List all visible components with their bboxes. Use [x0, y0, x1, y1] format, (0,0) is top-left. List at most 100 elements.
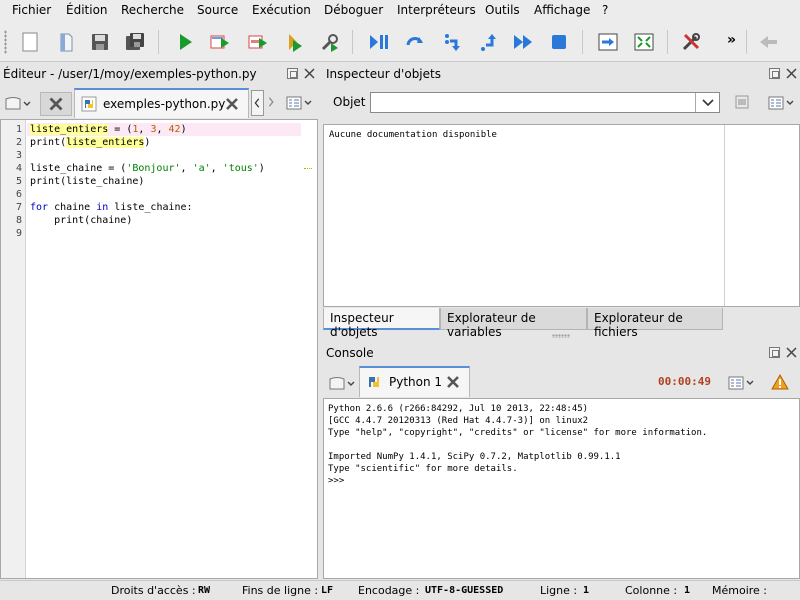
save-icon[interactable]	[87, 29, 113, 55]
column-value: 1	[684, 585, 691, 596]
step-icon[interactable]	[402, 29, 428, 55]
back-icon[interactable]	[755, 29, 781, 55]
code-line: print(liste_chaine)	[30, 176, 145, 187]
editor-tab-bar: exemples-python.py	[0, 86, 320, 118]
close-icon[interactable]	[225, 97, 239, 111]
menu-bar: Fichier Édition Recherche Source Exécuti…	[0, 0, 800, 22]
menu-edition[interactable]: Édition	[66, 3, 108, 17]
debug-icon[interactable]	[281, 29, 307, 55]
encoding-value: UTF-8-GUESSED	[425, 585, 504, 596]
python-icon	[369, 377, 379, 387]
close-icon[interactable]	[446, 375, 460, 389]
console-close-button[interactable]	[786, 347, 797, 358]
lock-icon[interactable]	[733, 93, 751, 111]
object-combobox[interactable]	[370, 92, 720, 113]
editor-tab-label: exemples-python.py	[103, 97, 226, 111]
debug-start-icon[interactable]	[365, 29, 391, 55]
line-number: 7	[15, 202, 22, 213]
inspector-close-button[interactable]	[786, 68, 797, 79]
doc-splitter[interactable]	[724, 125, 725, 306]
menu-outils[interactable]: Outils	[485, 3, 520, 17]
step-into-icon[interactable]	[438, 29, 464, 55]
console-tab-python-1[interactable]: Python 1	[359, 366, 470, 397]
menu-recherche[interactable]: Recherche	[121, 3, 184, 17]
line-label: Ligne :	[540, 584, 578, 597]
line-value: 1	[583, 585, 590, 596]
eol-label: Fins de ligne :	[242, 584, 319, 597]
code-line: for chaine in liste_chaine:	[30, 202, 193, 213]
memory-label: Mémoire :	[712, 584, 768, 597]
elapsed-time: 00:00:49	[658, 375, 711, 388]
line-number: 3	[15, 150, 22, 161]
close-tab-button[interactable]	[40, 92, 72, 116]
continue-icon[interactable]	[510, 29, 536, 55]
run-config-icon[interactable]	[207, 29, 233, 55]
line-number: 4	[15, 163, 22, 174]
console-line: Imported NumPy 1.4.1, SciPy 0.7.2, Matpl…	[328, 452, 621, 462]
menu-fichier[interactable]: Fichier	[12, 3, 51, 17]
stop-icon[interactable]	[546, 29, 572, 55]
save-all-icon[interactable]	[122, 29, 148, 55]
tab-scroll-left-button[interactable]	[251, 90, 264, 116]
toolbar-grip[interactable]	[4, 30, 7, 54]
browse-tabs-button[interactable]	[4, 94, 32, 112]
tab-variable-explorer[interactable]: Explorateur de variables	[440, 308, 587, 339]
chevron-down-icon[interactable]	[695, 93, 719, 112]
maximize-pane-icon[interactable]	[595, 29, 621, 55]
step-return-icon[interactable]	[474, 29, 500, 55]
inspector-float-button[interactable]	[769, 68, 780, 79]
line-number: 8	[15, 215, 22, 226]
more-icon[interactable]: »	[727, 32, 736, 48]
tab-file-explorer[interactable]: Explorateur de fichiers	[587, 308, 723, 339]
console-line: Type "help", "copyright", "credits" or "…	[328, 428, 708, 438]
profile-icon[interactable]	[317, 29, 343, 55]
splitter-grip[interactable]	[552, 334, 570, 338]
eol-value: LF	[321, 585, 334, 596]
new-file-icon[interactable]	[17, 29, 43, 55]
occurrence-marker	[304, 168, 312, 171]
tools-icon[interactable]	[678, 29, 704, 55]
tab-object-inspector[interactable]: Inspecteur d'objets	[323, 308, 440, 339]
console-line: Python 2.6.6 (r266:84292, Jul 10 2013, 2…	[328, 404, 589, 414]
menu-affichage[interactable]: Affichage	[534, 3, 590, 17]
console-float-button[interactable]	[769, 347, 780, 358]
access-value: RW	[198, 585, 211, 596]
console-line: [GCC 4.4.7 20120313 (Red Hat 4.4.7-3)] o…	[328, 416, 589, 426]
menu-source[interactable]: Source	[197, 3, 238, 17]
inspector-options-button[interactable]	[768, 95, 798, 111]
menu-execution[interactable]: Exécution	[252, 3, 311, 17]
tab-label: Explorateur de variables	[447, 311, 536, 339]
editor-tab-exemples-python[interactable]: exemples-python.py	[74, 88, 249, 118]
line-number: 1	[15, 124, 22, 135]
run-selection-icon[interactable]	[245, 29, 271, 55]
warning-icon[interactable]	[771, 373, 789, 390]
menu-help[interactable]: ?	[602, 3, 608, 17]
open-file-icon[interactable]	[53, 29, 79, 55]
python-file-icon	[81, 96, 97, 112]
line-number: 9	[15, 228, 22, 239]
editor-float-button[interactable]	[287, 68, 298, 79]
line-number: 2	[15, 137, 22, 148]
object-label: Objet	[333, 95, 366, 109]
run-icon[interactable]	[172, 29, 198, 55]
fullscreen-icon[interactable]	[631, 29, 657, 55]
access-label: Droits d'accès :	[111, 584, 196, 597]
inspector-title: Inspecteur d'objets	[326, 67, 441, 81]
code-editor[interactable]: 1 2 3 4 5 6 7 8 9 liste_entiers = (1, 3,…	[0, 119, 318, 579]
code-line: print(liste_entiers)	[30, 137, 151, 148]
editor-options-button[interactable]	[286, 95, 316, 111]
browse-consoles-button[interactable]	[328, 374, 356, 392]
editor-close-button[interactable]	[304, 68, 315, 79]
console-output[interactable]: Python 2.6.6 (r266:84292, Jul 10 2013, 2…	[323, 398, 800, 579]
tab-scroll-right-button[interactable]	[266, 90, 279, 116]
console-tab-label: Python 1	[389, 375, 443, 389]
status-bar: Droits d'accès : RW Fins de ligne : LF E…	[0, 580, 800, 600]
column-label: Colonne :	[625, 584, 678, 597]
console-options-button[interactable]	[728, 375, 758, 391]
toolbar: »	[0, 22, 800, 62]
menu-deboguer[interactable]: Déboguer	[324, 3, 383, 17]
tab-label: Explorateur de fichiers	[594, 311, 683, 339]
console-prompt[interactable]: >>>	[328, 476, 344, 486]
console-title: Console	[326, 346, 374, 360]
menu-interpreteurs[interactable]: Interpréteurs	[397, 3, 476, 17]
